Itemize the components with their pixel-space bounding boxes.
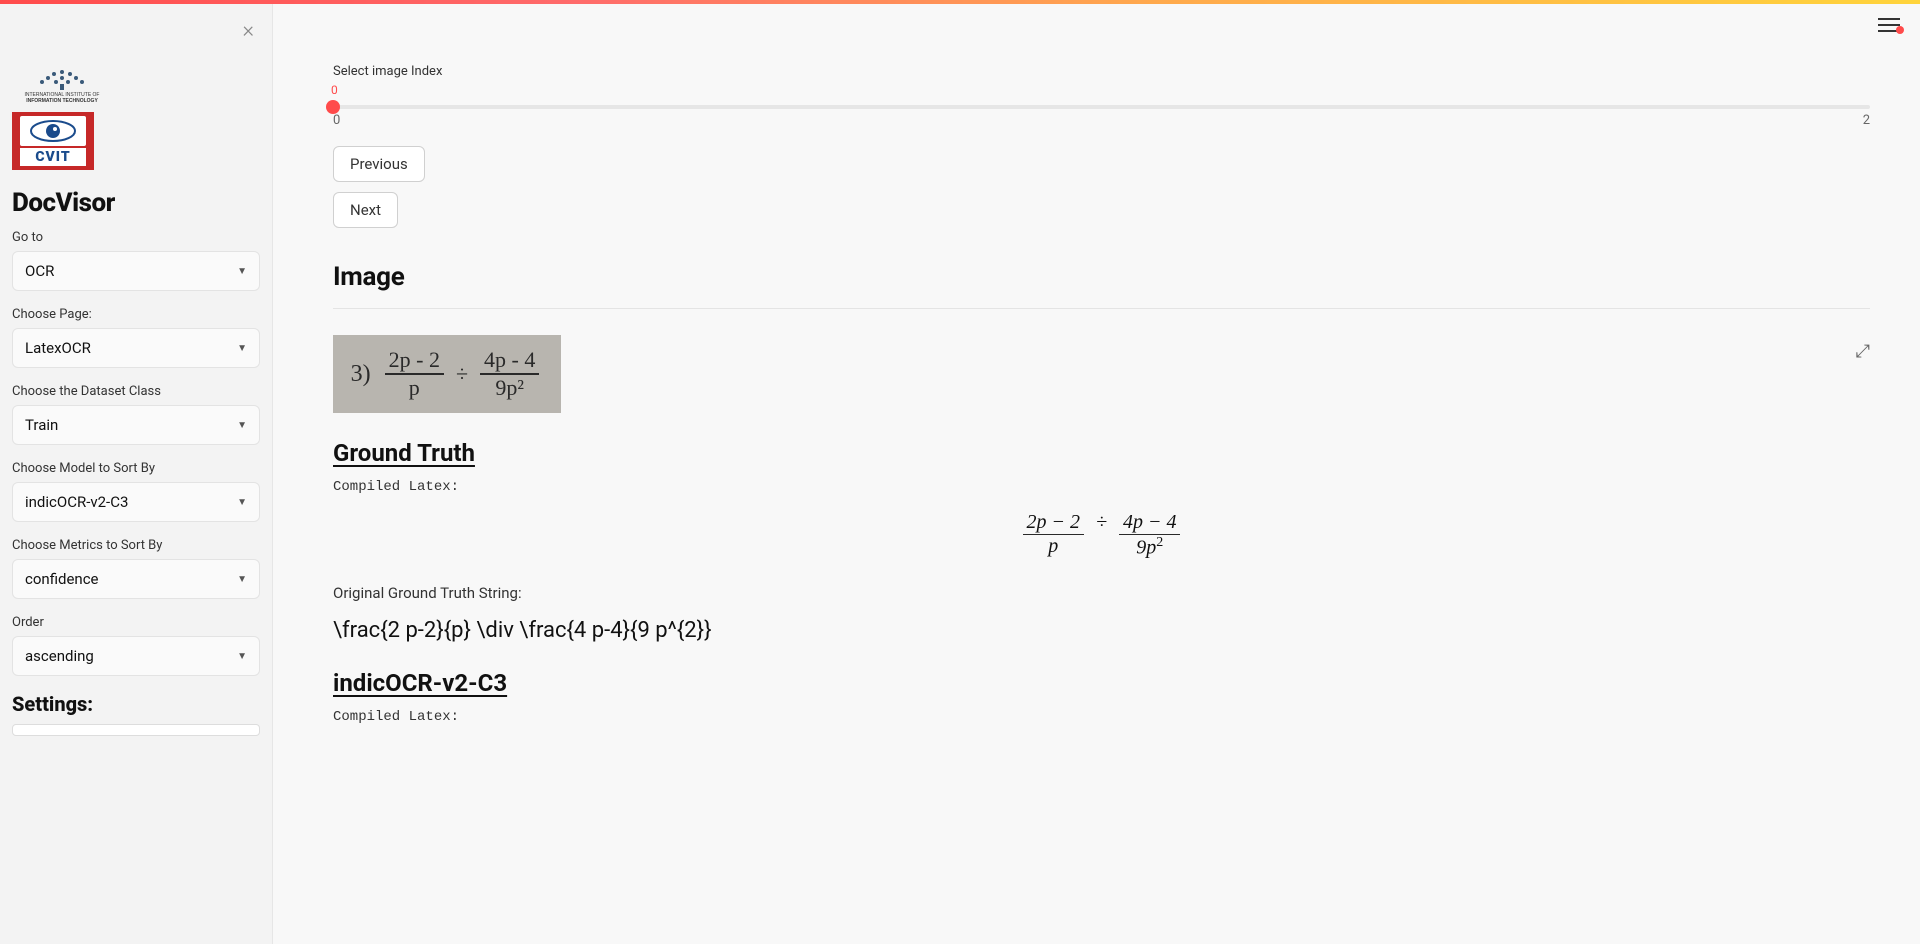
chevron-down-icon: ▼ — [237, 497, 247, 508]
iiit-logo: INTERNATIONAL INSTITUTE OF INFORMATION T… — [12, 58, 260, 106]
choose-page-label: Choose Page: — [12, 307, 260, 322]
chevron-down-icon: ▼ — [237, 651, 247, 662]
next-button[interactable]: Next — [333, 192, 398, 228]
expand-icon[interactable]: ⤢ — [1856, 341, 1870, 362]
chevron-down-icon: ▼ — [237, 343, 247, 354]
cvit-logo-text: CVIT — [20, 148, 86, 166]
sidebar: × INTERNATIONAL INSTITUTE OF INFORMATION… — [0, 4, 273, 944]
main-content: Select image Index 0 0 2 Previous Next I… — [273, 4, 1920, 944]
model-sort-select[interactable]: indicOCR-v2-C3 ▼ — [12, 482, 260, 522]
settings-heading: Settings: — [12, 692, 260, 716]
source-image: 3) 2p - 2 p ÷ 4p - 4 9p² — [333, 335, 561, 413]
rendered-latex-gt: 2p − 2 p ÷ 4p − 4 9p2 — [333, 511, 1870, 560]
gt-latex-string: \frac{2 p-2}{p} \div \frac{4 p-4}{9 p^{2… — [333, 618, 1870, 643]
chevron-down-icon: ▼ — [237, 266, 247, 277]
hamburger-menu-button[interactable] — [1878, 18, 1900, 36]
chevron-down-icon: ▼ — [237, 574, 247, 585]
dataset-class-value: Train — [25, 416, 58, 434]
ground-truth-heading: Ground Truth — [333, 439, 1870, 467]
metric-sort-select[interactable]: confidence ▼ — [12, 559, 260, 599]
slider-max: 2 — [1863, 113, 1870, 128]
image-heading: Image — [333, 262, 1870, 292]
slider-label: Select image Index — [333, 64, 1870, 79]
svg-text:INFORMATION TECHNOLOGY: INFORMATION TECHNOLOGY — [26, 98, 98, 104]
dataset-class-label: Choose the Dataset Class — [12, 384, 260, 399]
slider-min: 0 — [333, 113, 340, 128]
dataset-class-select[interactable]: Train ▼ — [12, 405, 260, 445]
gt-string-label: Original Ground Truth String: — [333, 584, 1870, 602]
cvit-logo: CVIT — [12, 112, 260, 170]
choose-page-select[interactable]: LatexOCR ▼ — [12, 328, 260, 368]
order-select[interactable]: ascending ▼ — [12, 636, 260, 676]
goto-value: OCR — [25, 262, 54, 280]
previous-button[interactable]: Previous — [333, 146, 425, 182]
image-index-slider[interactable] — [333, 105, 1870, 109]
model-output-heading: indicOCR-v2-C3 — [333, 669, 1870, 697]
goto-label: Go to — [12, 230, 260, 245]
app-title: DocVisor — [12, 188, 260, 218]
goto-select[interactable]: OCR ▼ — [12, 251, 260, 291]
close-sidebar-button[interactable]: × — [242, 18, 254, 43]
metric-sort-label: Choose Metrics to Sort By — [12, 538, 260, 553]
order-label: Order — [12, 615, 260, 630]
order-value: ascending — [25, 647, 94, 665]
model-sort-value: indicOCR-v2-C3 — [25, 493, 128, 511]
slider-value: 0 — [331, 83, 1870, 97]
eye-icon — [20, 116, 86, 146]
chevron-down-icon: ▼ — [237, 420, 247, 431]
divider — [333, 308, 1870, 309]
model-sort-label: Choose Model to Sort By — [12, 461, 260, 476]
slider-thumb[interactable] — [326, 100, 340, 114]
compiled-latex-label-model: Compiled Latex: — [333, 709, 1870, 725]
metric-sort-value: confidence — [25, 570, 99, 588]
settings-box[interactable] — [12, 724, 260, 736]
choose-page-value: LatexOCR — [25, 339, 91, 357]
compiled-latex-label: Compiled Latex: — [333, 479, 1870, 495]
question-number: 3) — [351, 361, 371, 388]
